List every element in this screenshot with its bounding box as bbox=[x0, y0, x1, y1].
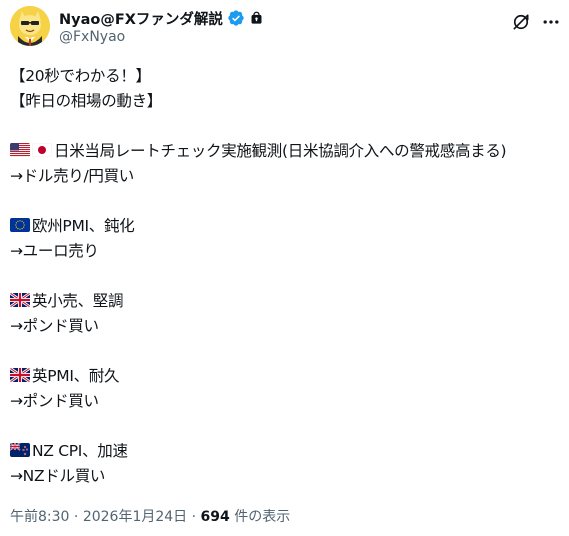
author-names: Nyao@FXファンダ解説 @FxNyao bbox=[59, 8, 264, 45]
tweet-line-text: →ポンド買い bbox=[10, 317, 99, 335]
tweet-line-text: 【20秒でわかる！】 bbox=[10, 67, 151, 85]
flag-jp-icon bbox=[32, 142, 54, 160]
grok-icon[interactable] bbox=[511, 12, 531, 32]
tweet-line: →ドル売り/円買い bbox=[10, 164, 563, 189]
tweet-line: 日米当局レートチェック実施観測(日米協調介入への警戒感高まる) bbox=[10, 139, 563, 164]
tweet-line-text: →ポンド買い bbox=[10, 392, 99, 410]
tweet-date[interactable]: 2026年1月24日 bbox=[83, 509, 187, 525]
tweet-line-text: 日米当局レートチェック実施観測(日米協調介入への警戒感高まる) bbox=[54, 142, 507, 160]
flag-us-icon bbox=[10, 142, 32, 160]
tweet-line: 欧州PMI、鈍化 bbox=[10, 214, 563, 239]
tweet: Nyao@FXファンダ解説 @FxNyao 【20秒でわかる！】 【昨日の相場の動… bbox=[0, 0, 569, 536]
display-name[interactable]: Nyao@FXファンダ解説 bbox=[59, 8, 223, 29]
tweet-line-text: 欧州PMI、鈍化 bbox=[32, 217, 135, 235]
flag-gb-icon bbox=[10, 292, 32, 310]
tweet-line: 【20秒でわかる！】 bbox=[10, 64, 563, 89]
flag-eu-icon bbox=[10, 217, 32, 235]
lock-icon bbox=[251, 11, 262, 24]
tweet-line: 【昨日の相場の動き】 bbox=[10, 89, 563, 114]
avatar[interactable] bbox=[10, 6, 50, 46]
tweet-line-text: →ユーロ売り bbox=[10, 242, 99, 260]
tweet-line-text: NZ CPI、加速 bbox=[32, 442, 128, 460]
tweet-line-text: →NZドル買い bbox=[10, 467, 106, 485]
tweet-line-text: →ドル売り/円買い bbox=[10, 167, 135, 185]
tweet-line-text: 英小売、堅調 bbox=[32, 292, 124, 310]
tweet-line-text: 英PMI、耐久 bbox=[32, 367, 120, 385]
tweet-line: →ポンド買い bbox=[10, 389, 563, 414]
name-row: Nyao@FXファンダ解説 bbox=[59, 8, 264, 28]
tweet-line: NZ CPI、加速 bbox=[10, 439, 563, 464]
views-count: 694 bbox=[200, 509, 230, 525]
more-icon[interactable] bbox=[541, 12, 561, 32]
handle[interactable]: @FxNyao bbox=[59, 29, 264, 45]
tweet-line: →ポンド買い bbox=[10, 314, 563, 339]
meta-separator: · bbox=[69, 509, 83, 525]
verified-badge-icon bbox=[228, 10, 244, 26]
views-label: 件の表示 bbox=[229, 509, 291, 525]
tweet-text: 【20秒でわかる！】 【昨日の相場の動き】日米当局レートチェック実施観測(日米協調… bbox=[10, 64, 563, 489]
tweet-header: Nyao@FXファンダ解説 @FxNyao bbox=[8, 6, 561, 54]
tweet-line: →NZドル買い bbox=[10, 464, 563, 489]
tweet-line: →ユーロ売り bbox=[10, 239, 563, 264]
tweet-line: 英小売、堅調 bbox=[10, 289, 563, 314]
meta-separator: · bbox=[187, 509, 201, 525]
tweet-line-text: 【昨日の相場の動き】 bbox=[10, 92, 163, 110]
tweet-meta: 午前8:30 · 2026年1月24日 · 694 件の表示 bbox=[10, 506, 290, 526]
tweet-time[interactable]: 午前8:30 bbox=[10, 509, 69, 525]
flag-gb-icon bbox=[10, 367, 32, 385]
flag-nz-icon bbox=[10, 442, 32, 460]
tweet-line: 英PMI、耐久 bbox=[10, 364, 563, 389]
